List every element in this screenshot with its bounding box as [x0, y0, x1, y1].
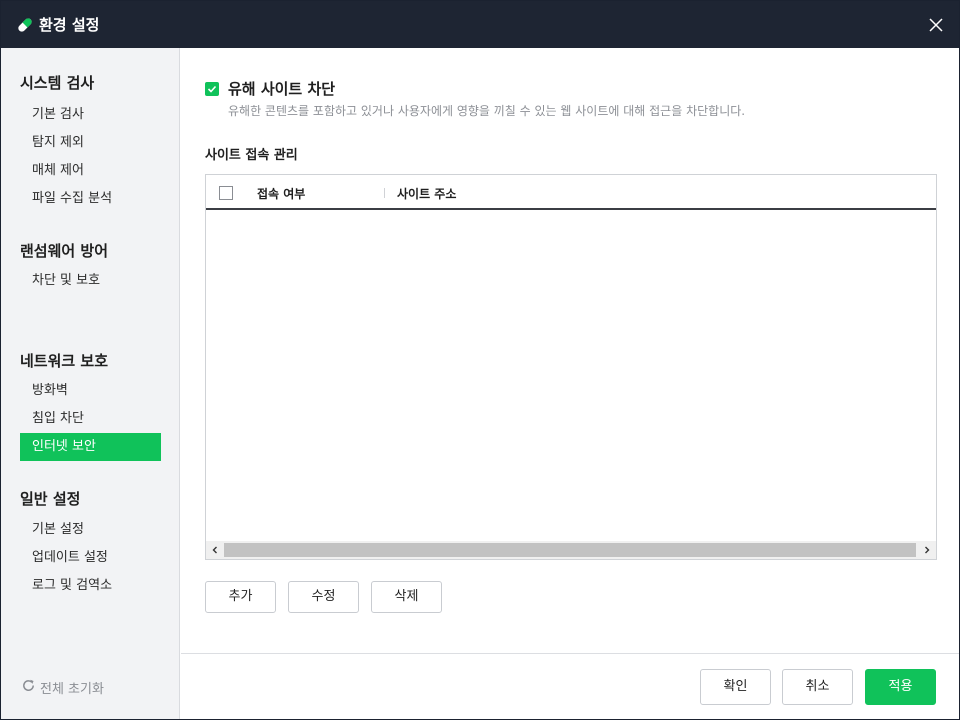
settings-window: 환경 설정 시스템 검사 기본 검사 탐지 제외 매체 제어 파일 수집 분석 …	[0, 0, 960, 720]
sidebar-item-internet-security[interactable]: 인터넷 보안	[20, 433, 161, 461]
ok-button[interactable]: 확인	[700, 669, 771, 705]
sidebar-section-ransomware: 랜섬웨어 방어	[20, 242, 109, 260]
horizontal-scrollbar[interactable]	[206, 541, 936, 559]
sidebar-section-network: 네트워크 보호	[20, 352, 109, 370]
select-all-checkbox[interactable]	[219, 186, 233, 200]
close-icon[interactable]	[924, 13, 948, 37]
sidebar-item-basic-scan[interactable]: 기본 검사	[20, 101, 161, 129]
sidebar-item-media-control[interactable]: 매체 제어	[20, 157, 161, 185]
main-panel: 유해 사이트 차단 유해한 콘텐츠를 포함하고 있거나 사용자에게 영향을 끼칠…	[181, 48, 959, 653]
site-access-section-title: 사이트 접속 관리	[205, 148, 298, 163]
sidebar-item-file-collection[interactable]: 파일 수집 분석	[20, 185, 161, 213]
sidebar-item-intrusion-block[interactable]: 침입 차단	[20, 405, 161, 433]
block-harmful-sites-label: 유해 사이트 차단	[228, 80, 336, 98]
checkmark-icon	[207, 85, 217, 93]
reset-all-label: 전체 초기화	[40, 682, 104, 697]
column-header-access[interactable]: 접속 여부	[257, 185, 305, 202]
column-header-site-address[interactable]: 사이트 주소	[397, 185, 456, 202]
sidebar-item-scan-exclusion[interactable]: 탐지 제외	[20, 129, 161, 157]
refresh-icon	[21, 678, 40, 697]
dialog-footer: 확인 취소 적용	[181, 653, 959, 719]
reset-all-button[interactable]: 전체 초기화	[21, 678, 104, 697]
sidebar-item-log-quarantine[interactable]: 로그 및 검역소	[20, 572, 161, 600]
scrollbar-thumb[interactable]	[224, 543, 916, 557]
cancel-button[interactable]: 취소	[782, 669, 853, 705]
add-button[interactable]: 추가	[205, 581, 276, 613]
delete-button[interactable]: 삭제	[371, 581, 442, 613]
scroll-left-icon[interactable]	[206, 541, 224, 559]
block-harmful-sites-checkbox[interactable]	[205, 81, 219, 96]
block-harmful-sites-option: 유해 사이트 차단	[205, 78, 335, 99]
sidebar: 시스템 검사 기본 검사 탐지 제외 매체 제어 파일 수집 분석 랜섬웨어 방…	[1, 48, 180, 719]
sidebar-item-firewall[interactable]: 방화벽	[20, 377, 161, 405]
title-bar: 환경 설정	[1, 1, 959, 48]
pill-capsule-icon	[16, 16, 34, 34]
sidebar-item-update-settings[interactable]: 업데이트 설정	[20, 544, 161, 572]
sidebar-section-general: 일반 설정	[20, 490, 81, 508]
sidebar-item-block-protect[interactable]: 차단 및 보호	[20, 267, 161, 295]
window-title: 환경 설정	[39, 16, 100, 34]
sidebar-section-system-scan: 시스템 검사	[20, 74, 95, 92]
column-divider	[384, 188, 385, 198]
site-access-table: 접속 여부 사이트 주소	[205, 174, 937, 560]
table-header: 접속 여부 사이트 주소	[206, 175, 936, 210]
edit-button[interactable]: 수정	[288, 581, 359, 613]
block-harmful-sites-description: 유해한 콘텐츠를 포함하고 있거나 사용자에게 영향을 끼칠 수 있는 웹 사이…	[228, 104, 746, 118]
apply-button[interactable]: 적용	[865, 669, 936, 705]
scroll-right-icon[interactable]	[918, 541, 936, 559]
sidebar-item-basic-settings[interactable]: 기본 설정	[20, 516, 161, 544]
